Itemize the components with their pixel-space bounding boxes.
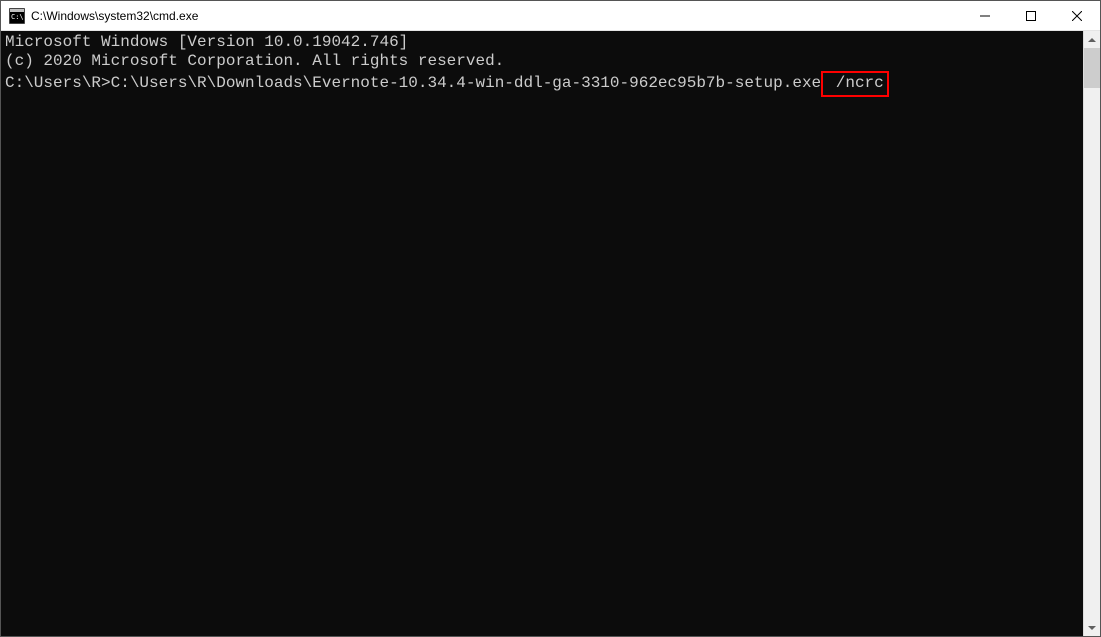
maximize-button[interactable] (1008, 1, 1054, 31)
highlighted-flag: /ncrc (821, 71, 889, 96)
terminal-text: Microsoft Windows [Version 10.0.19042.74… (5, 33, 1079, 52)
cmd-window: C:\ C:\Windows\system32\cmd.exe Microsof… (0, 0, 1101, 637)
prompt: C:\Users\R> (5, 74, 111, 92)
minimize-button[interactable] (962, 1, 1008, 31)
close-button[interactable] (1054, 1, 1100, 31)
scrollbar-thumb[interactable] (1084, 48, 1100, 88)
titlebar[interactable]: C:\ C:\Windows\system32\cmd.exe (1, 1, 1100, 31)
content-wrapper: Microsoft Windows [Version 10.0.19042.74… (1, 31, 1100, 636)
scroll-down-arrow-icon[interactable] (1084, 619, 1100, 636)
scroll-up-arrow-icon[interactable] (1084, 31, 1100, 48)
cmd-icon: C:\ (9, 8, 25, 24)
command-path: C:\Users\R\Downloads\Evernote-10.34.4-wi… (111, 74, 822, 92)
window-title: C:\Windows\system32\cmd.exe (31, 9, 962, 23)
terminal-area[interactable]: Microsoft Windows [Version 10.0.19042.74… (1, 31, 1083, 636)
terminal-command-line: C:\Users\R>C:\Users\R\Downloads\Evernote… (5, 71, 1079, 96)
terminal-text: (c) 2020 Microsoft Corporation. All righ… (5, 52, 1079, 71)
vertical-scrollbar[interactable] (1083, 31, 1100, 636)
scrollbar-track[interactable] (1084, 48, 1100, 619)
window-controls (962, 1, 1100, 30)
svg-text:C:\: C:\ (11, 13, 24, 21)
